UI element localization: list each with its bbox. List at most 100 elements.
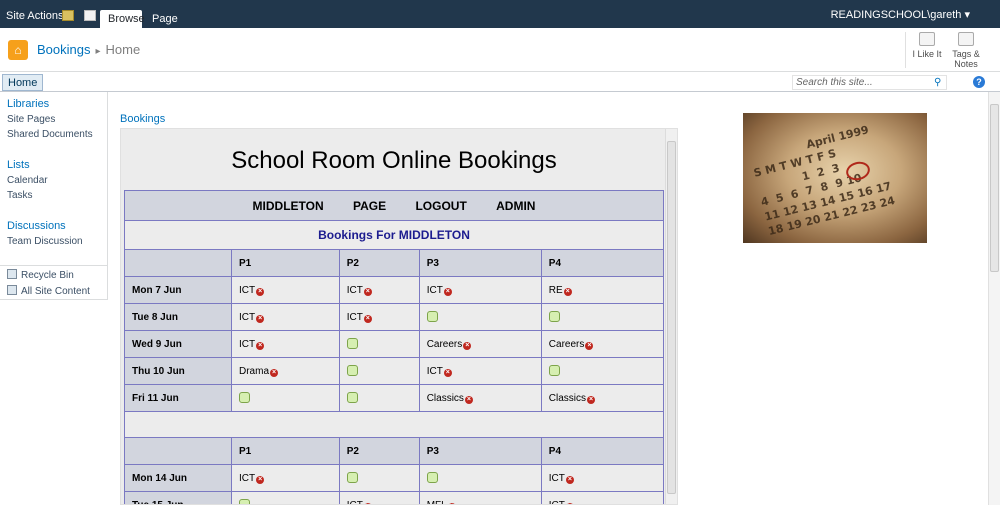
frame-scrollbar-thumb[interactable] [667,141,676,494]
ql-recycle-bin[interactable]: Recycle Bin [7,269,74,281]
remove-booking-icon[interactable]: × [443,287,452,296]
booking-cell: ICT× [231,276,340,304]
day-label: Mon 14 Jun [124,464,232,492]
booking-cell: ICT× [231,330,340,358]
free-slot-icon[interactable] [346,392,358,403]
page-scrollbar-thumb[interactable] [990,104,999,272]
remove-booking-icon[interactable]: × [463,341,472,350]
ql-site-pages[interactable]: Site Pages [7,114,55,125]
menu-logout[interactable]: LOGOUT [415,199,466,213]
bookings-table: MIDDLETON PAGE LOGOUT ADMIN Bookings For… [124,190,665,505]
table-row: Mon 14 Jun ICT × ICT × [124,464,665,492]
menu-page[interactable]: PAGE [353,199,386,213]
table-row: Wed 9 Jun ICT × Careers × Careers × [124,330,665,358]
booking-subject: ICT [346,284,363,296]
ql-libraries[interactable]: Libraries [7,98,49,110]
booking-subject: Careers [426,338,463,350]
periods-header-corner [124,249,232,277]
free-slot-icon[interactable] [346,365,358,376]
toolbar-divider [905,32,906,68]
ql-discussions[interactable]: Discussions [7,220,66,232]
remove-booking-icon[interactable]: × [587,395,596,404]
quick-launch: Libraries Site Pages Shared Documents Li… [0,92,108,300]
booking-cell: Drama × [231,357,340,385]
breadcrumb-site[interactable]: Bookings [37,42,90,57]
ql-shared-documents[interactable]: Shared Documents [7,129,93,140]
remove-booking-icon[interactable]: × [256,341,265,350]
day-label: Thu 10 Jun [124,357,232,385]
remove-booking-icon[interactable]: × [363,287,372,296]
booking-cell: ICT× [540,491,665,505]
day-label: Wed 9 Jun [124,330,232,358]
webpart-title[interactable]: Bookings [120,113,165,125]
search-icon[interactable]: ⚲ [934,77,943,88]
booking-subject: ICT [239,338,256,350]
search-input[interactable]: Search this site... [792,75,947,90]
booking-subject: ICT [548,499,565,505]
ql-team-discussion[interactable]: Team Discussion [7,236,83,247]
i-like-it-button[interactable]: I Like It [910,32,944,59]
free-slot-icon[interactable] [548,311,560,322]
booking-cell [338,384,420,412]
remove-booking-icon[interactable]: × [256,475,265,484]
breadcrumb-page: Home [105,42,141,57]
remove-booking-icon[interactable]: × [443,368,452,377]
remove-booking-icon[interactable]: × [585,341,594,350]
ql-calendar[interactable]: Calendar [7,175,48,186]
free-slot-icon[interactable] [548,365,560,376]
day-label: Tue 15 Jun [124,491,232,504]
frame-scrollbar[interactable] [665,129,677,504]
remove-booking-icon[interactable]: × [563,287,572,296]
free-slot-icon[interactable] [239,499,250,504]
menu-middleton[interactable]: MIDDLETON [253,199,324,213]
folder-icon[interactable] [62,10,74,21]
tab-browse[interactable]: Browse [100,10,145,28]
free-slot-icon[interactable] [239,392,250,403]
page-scrollbar[interactable] [988,92,1000,505]
booking-cell: MFL× [418,491,542,504]
edit-page-icon[interactable] [84,10,96,21]
nav-home[interactable]: Home [2,74,44,91]
user-menu[interactable]: READINGSCHOOL\gareth ▾ [831,8,970,21]
ql-tasks[interactable]: Tasks [7,190,33,201]
free-slot-icon[interactable] [426,472,438,483]
free-slot-icon[interactable] [426,311,438,322]
booking-cell [338,464,420,492]
ql-all-site-content[interactable]: All Site Content [7,285,90,297]
like-icon [919,32,935,46]
free-slot-icon[interactable] [346,338,358,349]
tags-notes-button[interactable]: Tags & Notes [950,32,982,69]
periods-header-row: P1 P2 P3 P4 [124,437,665,465]
site-logo-icon[interactable]: ⌂ [8,40,28,60]
ql-lists[interactable]: Lists [7,159,30,171]
booking-cell: ICT× [418,357,542,385]
help-icon[interactable]: ? [973,76,985,88]
site-content-icon [7,285,17,295]
booking-cell: ICT× [231,303,340,331]
day-label: Fri 11 Jun [124,384,232,412]
ribbon-bar: Site Actions ▾ Browse Page READINGSCHOOL… [0,0,1000,28]
remove-booking-icon[interactable]: × [256,287,265,296]
remove-booking-icon[interactable]: × [256,314,265,323]
booking-cell: Careers × [418,330,542,358]
title-row: ⌂ Bookings ▸ Home I Like It Tags & Notes [0,28,1000,72]
booking-cell [338,330,420,358]
period-header: P4 [540,437,665,465]
ql-divider [0,265,108,266]
remove-booking-icon[interactable]: × [565,475,574,484]
booking-menu: MIDDLETON PAGE LOGOUT ADMIN [124,190,664,221]
booking-cell: Classics × [540,384,665,412]
remove-booking-icon[interactable]: × [464,395,473,404]
period-header: P4 [540,249,665,277]
calendar-image-dates: April 1999 S M T W T F S 1 2 3 4 5 6 7 8… [748,113,925,239]
free-slot-icon[interactable] [346,472,358,483]
recycle-bin-icon [7,269,17,279]
booking-subject: ICT [346,311,363,323]
menu-admin[interactable]: ADMIN [496,199,535,213]
ql-recycle-bin-label: Recycle Bin [21,270,74,281]
booking-cell [231,491,340,504]
tab-page[interactable]: Page [144,10,186,28]
remove-booking-icon[interactable]: × [270,368,279,377]
remove-booking-icon[interactable]: × [363,314,372,323]
booking-subject: Drama [239,365,270,377]
